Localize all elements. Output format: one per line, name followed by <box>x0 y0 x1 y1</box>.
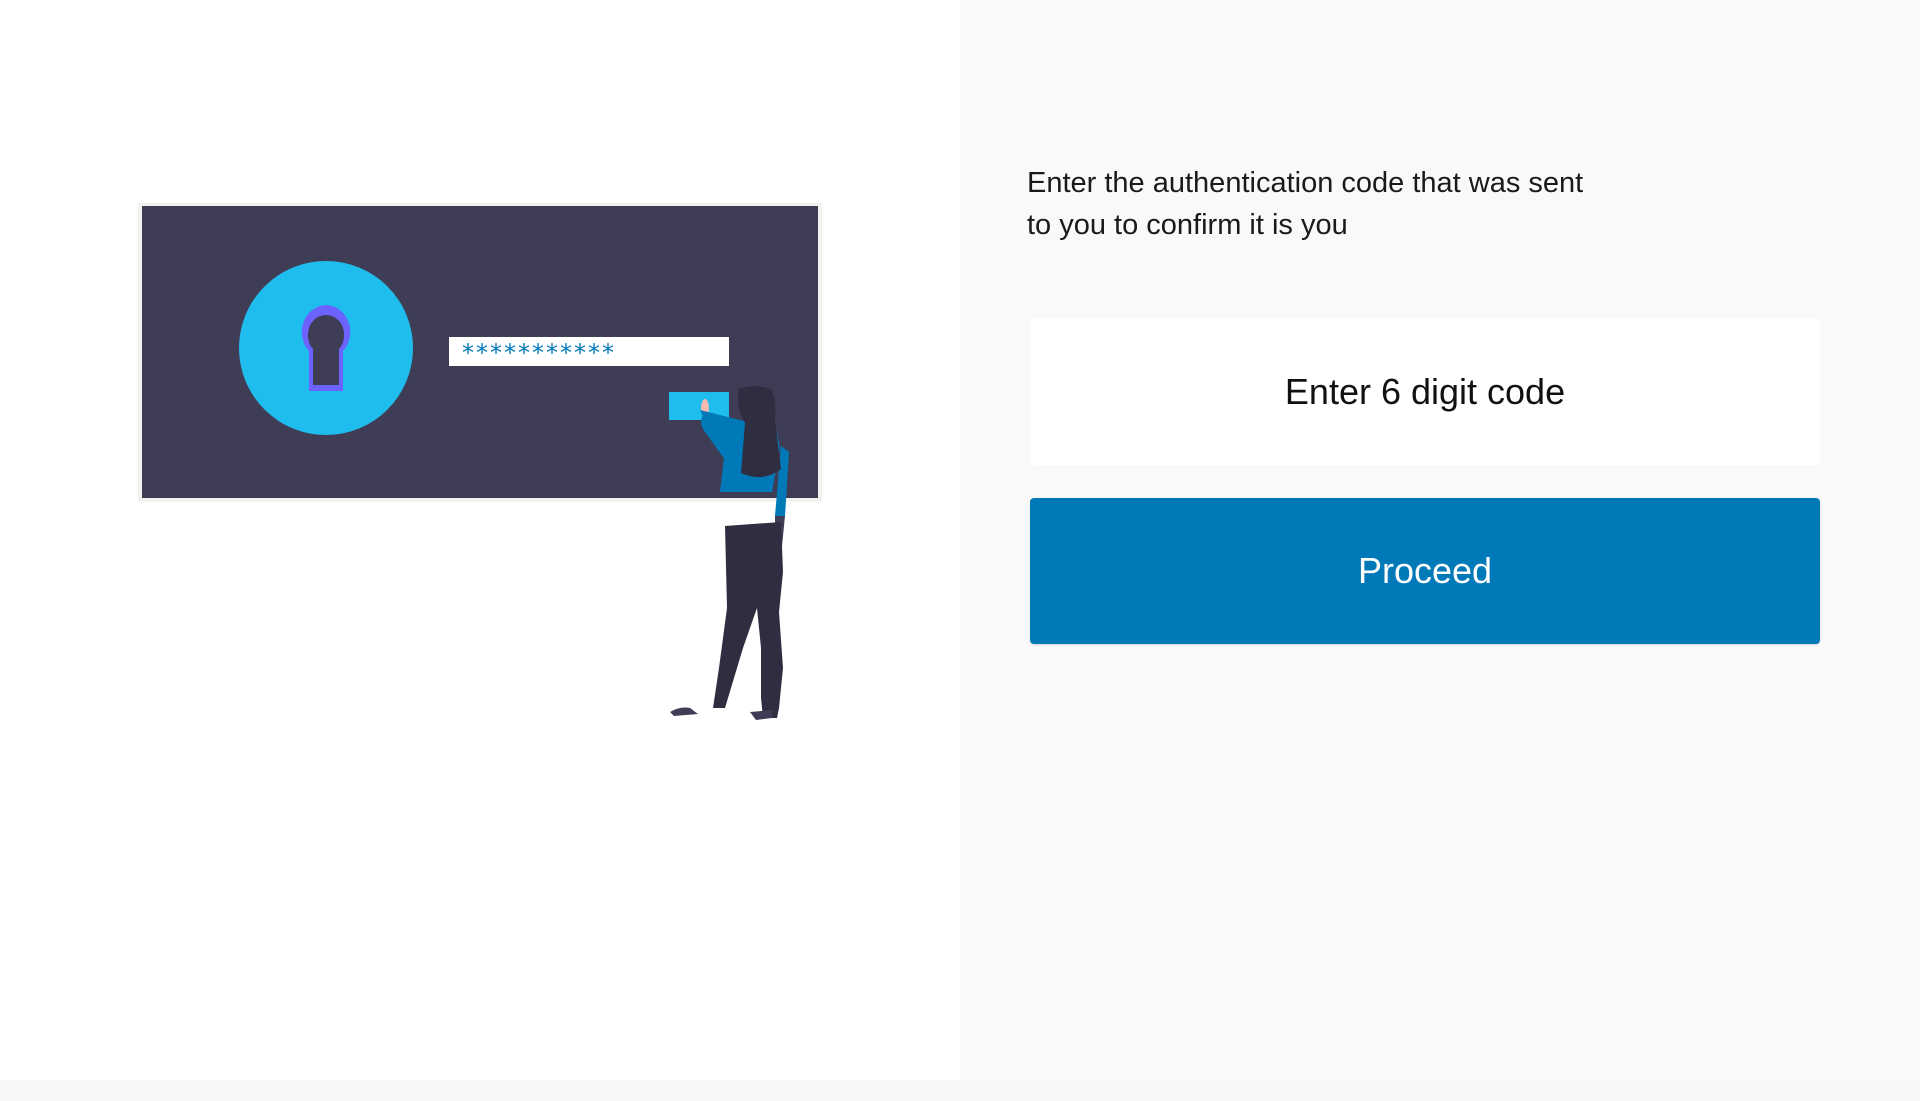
bottom-strip <box>0 1080 1920 1101</box>
instructions-line-2: to you to confirm it is you <box>1027 209 1348 241</box>
password-mask: *********** <box>462 339 616 367</box>
illustration-panel: *********** <box>0 0 960 1080</box>
code-input[interactable] <box>1030 318 1820 465</box>
instructions-text: Enter the authentication code that was s… <box>1027 162 1687 246</box>
instructions-line-1: Enter the authentication code that was s… <box>1027 167 1584 199</box>
authentication-illustration: *********** <box>138 203 822 720</box>
keyhole-icon <box>301 305 351 391</box>
proceed-button[interactable]: Proceed <box>1030 498 1820 644</box>
